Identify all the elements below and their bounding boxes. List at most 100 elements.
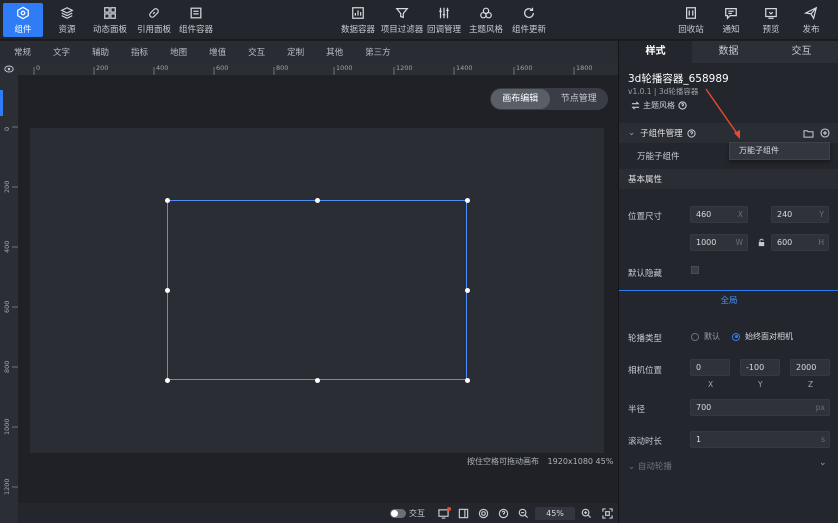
toolbar-resources-button[interactable]: 资源 bbox=[50, 3, 84, 37]
zoom-level[interactable]: 45% bbox=[535, 506, 575, 520]
category-tab[interactable]: 文字 bbox=[42, 46, 81, 58]
toolbar-theme-button[interactable]: 主题风格 bbox=[468, 3, 504, 37]
layers-icon bbox=[59, 5, 75, 21]
theme-style-link[interactable]: 主题风格 bbox=[628, 100, 690, 111]
toolbar-data-container-button[interactable]: 数据容器 bbox=[340, 3, 376, 37]
toggle-switch[interactable] bbox=[390, 508, 406, 518]
help-icon bbox=[498, 508, 509, 518]
toolbar-notify-button[interactable]: 通知 bbox=[717, 3, 745, 37]
camera-z-input[interactable]: 2000 bbox=[790, 359, 830, 376]
swap-icon bbox=[631, 101, 640, 110]
toolbar-ref-panel-button[interactable]: 引用面板 bbox=[134, 3, 174, 37]
selected-component-box[interactable] bbox=[167, 200, 467, 380]
interaction-toggle[interactable]: 交互 bbox=[390, 506, 425, 520]
pos-x-input[interactable]: 460 X bbox=[690, 206, 748, 223]
toolbar-container-button[interactable]: 组件容器 bbox=[176, 3, 216, 37]
canvas-edit-tab[interactable]: 画布编辑 bbox=[491, 89, 550, 109]
dropdown-option[interactable]: 万能子组件 bbox=[739, 146, 779, 155]
child-component-item[interactable]: 万能子组件 bbox=[637, 150, 680, 162]
category-tab[interactable]: 定制 bbox=[276, 46, 315, 58]
category-tab[interactable]: 地图 bbox=[159, 46, 198, 58]
resolution-text: 1920x1080 45% bbox=[547, 457, 614, 466]
camera-y-input[interactable]: -100 bbox=[740, 359, 780, 376]
toolbar-label: 资源 bbox=[58, 25, 76, 35]
message-icon bbox=[723, 5, 739, 21]
position-size-label: 位置尺寸 bbox=[628, 212, 663, 222]
zoom-value[interactable]: 45% bbox=[535, 506, 575, 520]
category-tab[interactable]: 增值 bbox=[198, 46, 237, 58]
resize-handle[interactable] bbox=[465, 288, 470, 293]
radius-label: 半径 bbox=[628, 405, 646, 415]
zoom-in-icon bbox=[581, 508, 592, 518]
tab-interaction[interactable]: 交互 bbox=[765, 41, 838, 63]
zoom-out-button[interactable] bbox=[518, 506, 529, 520]
category-tab[interactable]: 交互 bbox=[237, 46, 276, 58]
eye-icon bbox=[4, 65, 14, 73]
height-input[interactable]: 600 H bbox=[771, 234, 829, 251]
tab-data[interactable]: 数据 bbox=[692, 41, 765, 63]
width-input[interactable]: 1000 W bbox=[690, 234, 748, 251]
category-tab[interactable]: 其他 bbox=[315, 46, 354, 58]
help-button[interactable] bbox=[498, 506, 509, 520]
radio-button[interactable] bbox=[691, 332, 699, 341]
resize-handle[interactable] bbox=[465, 198, 470, 203]
radius-input[interactable]: 700 px bbox=[690, 399, 830, 416]
scroll-duration-input[interactable]: 1s bbox=[690, 431, 830, 448]
fit-screen-icon bbox=[602, 507, 613, 519]
tab-style[interactable]: 样式 bbox=[619, 41, 692, 63]
toolbar-label: 主题风格 bbox=[468, 25, 503, 35]
height-value: 600 bbox=[777, 238, 793, 247]
ruler-toggle[interactable] bbox=[0, 63, 18, 75]
autoplay-section[interactable]: ⌄ 自动轮播 bbox=[628, 460, 672, 472]
fit-screen-button[interactable] bbox=[602, 506, 613, 520]
settings-button[interactable] bbox=[478, 506, 489, 520]
canvas-mode-switch: 画布编辑 节点管理 bbox=[490, 88, 608, 110]
category-tab[interactable]: 第三方 bbox=[354, 46, 402, 58]
resize-handle[interactable] bbox=[165, 288, 170, 293]
toolbar-trash-button[interactable]: 回收站 bbox=[676, 3, 706, 37]
camera-x-label: X bbox=[708, 380, 714, 389]
resize-handle[interactable] bbox=[465, 378, 470, 383]
toolbar-filter-button[interactable]: 项目过滤器 bbox=[380, 3, 424, 37]
camera-position-label: 相机位置 bbox=[628, 366, 663, 376]
default-hidden-checkbox[interactable] bbox=[691, 266, 699, 274]
chevron-down-icon[interactable]: ⌄ bbox=[819, 458, 827, 468]
category-tab[interactable]: 指标 bbox=[120, 46, 159, 58]
toolbar-dynamic-panel-button[interactable]: 动态面板 bbox=[90, 3, 130, 37]
panel-toggle-button[interactable] bbox=[458, 506, 469, 520]
resize-handle[interactable] bbox=[315, 198, 320, 203]
radio-button[interactable] bbox=[732, 332, 740, 341]
toolbar-update-button[interactable]: 组件更新 bbox=[510, 3, 548, 37]
pos-y-input[interactable]: 240 Y bbox=[771, 206, 829, 223]
toolbar-callback-button[interactable]: 回调管理 bbox=[426, 3, 462, 37]
carousel-option-default[interactable]: 默认 bbox=[691, 331, 720, 342]
carousel-option-face-camera[interactable]: 始终面对相机 bbox=[732, 331, 793, 342]
pos-x-value: 460 bbox=[696, 210, 712, 219]
resize-handle[interactable] bbox=[165, 198, 170, 203]
radio-label: 默认 bbox=[704, 332, 720, 341]
w-suffix: W bbox=[735, 238, 743, 247]
ruler-tick-label: 1200 bbox=[3, 478, 11, 495]
resize-handle[interactable] bbox=[165, 378, 170, 383]
ruler-vertical: 0 200 400 600 800 1000 1200 bbox=[0, 75, 18, 523]
folder-icon[interactable] bbox=[803, 129, 814, 138]
toolbar-label: 动态面板 bbox=[92, 25, 127, 35]
zoom-in-button[interactable] bbox=[581, 506, 592, 520]
toolbar-publish-button[interactable]: 发布 bbox=[797, 3, 825, 37]
camera-x-input[interactable]: 0 bbox=[690, 359, 730, 376]
node-manage-tab[interactable]: 节点管理 bbox=[550, 89, 609, 109]
ruler-tick-label: 600 bbox=[3, 300, 11, 313]
ruler-tick-label: 1000 bbox=[3, 418, 11, 435]
category-tab[interactable]: 常规 bbox=[0, 46, 42, 58]
global-tab[interactable]: 全局 bbox=[619, 294, 838, 306]
screen-button[interactable] bbox=[438, 506, 451, 520]
ruler-tick-label: 400 bbox=[3, 240, 11, 253]
toolbar-preview-button[interactable]: 预览 bbox=[757, 3, 785, 37]
gear-icon bbox=[478, 508, 489, 518]
category-tab[interactable]: 辅助 bbox=[81, 46, 120, 58]
toolbar-components-button[interactable]: 组件 bbox=[3, 3, 43, 37]
add-circle-icon[interactable] bbox=[820, 128, 830, 138]
radio-label: 始终面对相机 bbox=[745, 332, 793, 341]
lock-icon[interactable] bbox=[757, 238, 766, 247]
resize-handle[interactable] bbox=[315, 378, 320, 383]
